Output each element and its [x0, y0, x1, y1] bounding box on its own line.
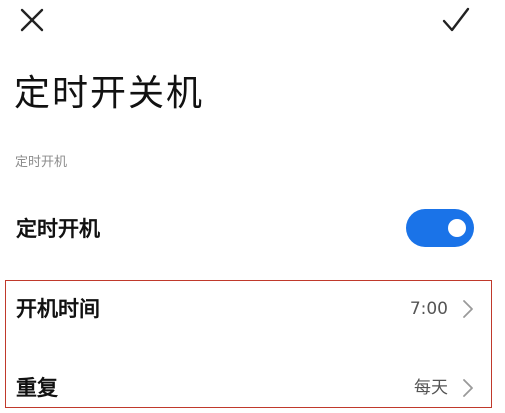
chevron-right-icon	[463, 379, 473, 397]
repeat-value: 每天	[414, 378, 448, 398]
power-on-time-row[interactable]: 开机时间 7:00	[0, 283, 505, 335]
close-button[interactable]	[14, 2, 50, 38]
scheduled-power-on-row: 定时开机	[0, 203, 505, 255]
power-on-time-value: 7:00	[409, 299, 448, 319]
close-icon	[20, 8, 44, 32]
toggle-label: 定时开机	[16, 217, 100, 241]
power-on-time-label: 开机时间	[16, 297, 100, 321]
chevron-right-icon	[463, 300, 473, 318]
page-title: 定时开关机	[14, 73, 205, 114]
confirm-button[interactable]	[438, 2, 474, 38]
top-bar	[0, 0, 505, 44]
scheduled-power-on-switch[interactable]	[406, 209, 474, 247]
repeat-row[interactable]: 重复 每天	[0, 362, 505, 413]
switch-knob	[448, 219, 466, 237]
section-header: 定时开机	[15, 155, 68, 170]
timed-power-screen: 定时开关机 定时开机 定时开机 开机时间 7:00 重复 每天	[0, 0, 505, 413]
check-icon	[442, 7, 470, 32]
repeat-label: 重复	[16, 376, 58, 400]
